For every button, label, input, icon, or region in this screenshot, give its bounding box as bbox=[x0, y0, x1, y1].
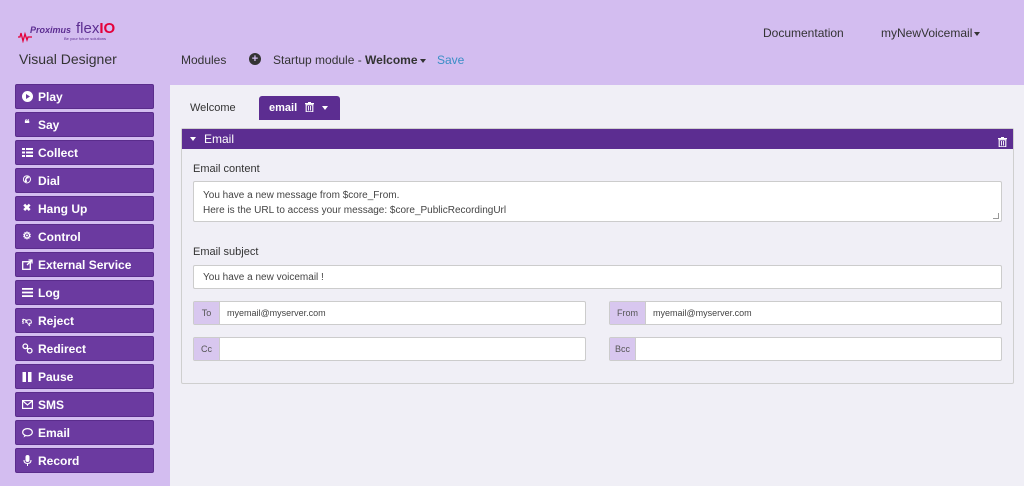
caret-down-icon bbox=[974, 31, 981, 36]
from-input[interactable]: myemail@myserver.com bbox=[646, 302, 1001, 324]
grid-icon bbox=[21, 147, 33, 159]
pause-icon bbox=[21, 371, 33, 383]
startup-module-name: Welcome bbox=[365, 53, 418, 67]
email-panel-header[interactable]: Email bbox=[182, 129, 1013, 149]
user-name: myNewVoicemail bbox=[881, 26, 973, 40]
documentation-link[interactable]: Documentation bbox=[763, 26, 844, 40]
bcc-field-group: Bcc bbox=[609, 337, 1002, 361]
sidebar-item-record[interactable]: Record bbox=[15, 448, 154, 473]
caret-down-icon bbox=[419, 58, 426, 63]
sidebar-item-say[interactable]: ❝ Say bbox=[15, 112, 154, 137]
top-header: Proximus flexIO Be your future solutions… bbox=[0, 0, 1024, 85]
resize-handle-icon[interactable] bbox=[993, 213, 999, 219]
sidebar-item-hang-up[interactable]: ✖ Hang Up bbox=[15, 196, 154, 221]
thumbs-down-icon: 👎︎ bbox=[21, 315, 33, 327]
sidebar-item-email[interactable]: Email bbox=[15, 420, 154, 445]
logo[interactable]: Proximus flexIO Be your future solutions bbox=[18, 20, 118, 44]
app-title: Visual Designer bbox=[19, 51, 117, 67]
sidebar-item-label: Control bbox=[38, 229, 81, 244]
email-panel: Email Email content You have a new messa… bbox=[181, 128, 1014, 384]
to-label: To bbox=[194, 302, 220, 324]
sidebar-item-label: Collect bbox=[38, 145, 79, 160]
trash-icon[interactable] bbox=[998, 134, 1007, 152]
collapse-caret-icon bbox=[190, 137, 196, 141]
close-icon: ✖ bbox=[22, 203, 32, 214]
email-content-textarea[interactable]: You have a new message from $core_From. … bbox=[193, 181, 1002, 222]
cc-field-group: Cc bbox=[193, 337, 586, 361]
list-icon bbox=[21, 287, 33, 299]
to-field-group: To myemail@myserver.com bbox=[193, 301, 586, 325]
from-label: From bbox=[610, 302, 646, 324]
cogs-icon: ⚙ bbox=[22, 231, 32, 242]
panel-title: Email bbox=[204, 132, 235, 146]
microphone-icon bbox=[21, 455, 33, 467]
sidebar-item-play[interactable]: Play bbox=[15, 84, 154, 109]
email-content-label: Email content bbox=[193, 163, 260, 175]
from-field-group: From myemail@myserver.com bbox=[609, 301, 1002, 325]
sidebar-item-sms[interactable]: SMS bbox=[15, 392, 154, 417]
trash-icon[interactable] bbox=[305, 102, 315, 114]
sidebar-item-pause[interactable]: Pause bbox=[15, 364, 154, 389]
external-link-icon bbox=[21, 259, 33, 271]
play-icon bbox=[21, 91, 33, 103]
sidebar-item-label: SMS bbox=[38, 397, 65, 412]
logo-product-main: flex bbox=[76, 20, 100, 37]
logo-product: flexIO bbox=[76, 20, 115, 37]
sidebar-item-label: Play bbox=[38, 89, 63, 104]
phone-icon: ✆ bbox=[22, 175, 32, 186]
sidebar-item-redirect[interactable]: Redirect bbox=[15, 336, 154, 361]
link-icon bbox=[21, 343, 33, 355]
sidebar-item-label: Pause bbox=[38, 369, 74, 384]
email-content-line: You have a new message from $core_From. bbox=[203, 190, 400, 201]
sidebar-item-label: External Service bbox=[38, 257, 132, 272]
email-subject-label: Email subject bbox=[193, 246, 259, 258]
caret-down-icon[interactable] bbox=[322, 106, 329, 110]
sidebar-item-label: Email bbox=[38, 425, 71, 440]
sidebar-item-dial[interactable]: ✆ Dial bbox=[15, 168, 154, 193]
sidebar-item-label: Record bbox=[38, 453, 80, 468]
bcc-input[interactable] bbox=[636, 338, 1001, 360]
tab-email[interactable]: email bbox=[259, 96, 340, 120]
sidebar-item-label: Say bbox=[38, 117, 60, 132]
sidebar-item-external-service[interactable]: External Service bbox=[15, 252, 154, 277]
sidebar-item-label: Dial bbox=[38, 173, 61, 188]
sidebar-item-label: Hang Up bbox=[38, 201, 88, 216]
modules-link[interactable]: Modules bbox=[181, 53, 226, 67]
quote-icon: ❝ bbox=[24, 119, 30, 130]
logo-product-accent: IO bbox=[99, 20, 116, 37]
speech-bubble-icon bbox=[21, 427, 33, 439]
tab-welcome[interactable]: Welcome bbox=[190, 102, 236, 114]
to-input[interactable]: myemail@myserver.com bbox=[220, 302, 585, 324]
logo-brand: Proximus bbox=[30, 25, 72, 35]
sidebar-item-label: Log bbox=[38, 285, 60, 300]
plus-circle-icon[interactable]: + bbox=[249, 53, 261, 65]
sidebar-item-label: Redirect bbox=[38, 341, 87, 356]
user-menu[interactable]: myNewVoicemail bbox=[881, 26, 981, 40]
startup-module-dropdown[interactable]: Startup module - Welcome bbox=[273, 53, 426, 67]
cc-input[interactable] bbox=[220, 338, 585, 360]
tab-email-label: email bbox=[269, 102, 298, 114]
sidebar-item-control[interactable]: ⚙ Control bbox=[15, 224, 154, 249]
save-link[interactable]: Save bbox=[437, 53, 464, 67]
email-subject-input[interactable]: You have a new voicemail ! bbox=[193, 265, 1002, 289]
sidebar-item-log[interactable]: Log bbox=[15, 280, 154, 305]
startup-prefix: Startup module - bbox=[273, 53, 366, 67]
sidebar-item-label: Reject bbox=[38, 313, 75, 328]
sidebar-item-collect[interactable]: Collect bbox=[15, 140, 154, 165]
sidebar-item-reject[interactable]: 👎︎ Reject bbox=[15, 308, 154, 333]
logo-tagline: Be your future solutions bbox=[64, 36, 107, 41]
email-content-line: Here is the URL to access your message: … bbox=[203, 205, 507, 216]
cc-label: Cc bbox=[194, 338, 220, 360]
bcc-label: Bcc bbox=[610, 338, 636, 360]
main-content: Welcome email Email Email content You ha… bbox=[170, 85, 1024, 486]
envelope-icon bbox=[21, 399, 33, 411]
